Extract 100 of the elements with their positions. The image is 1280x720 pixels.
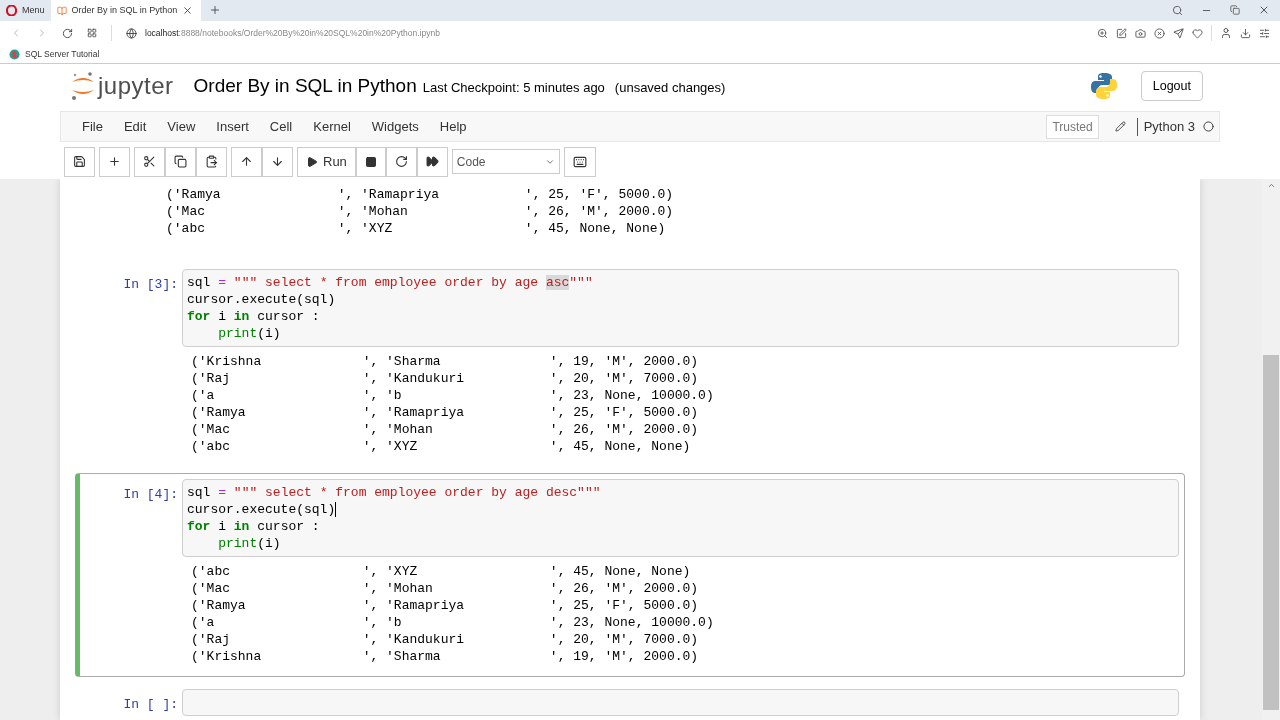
output-line: ('a ', 'b ', 23, None, 10000.0) xyxy=(191,387,714,404)
run-all-button[interactable] xyxy=(416,146,448,177)
output-line: ('a ', 'b ', 23, None, 10000.0) xyxy=(191,614,714,631)
browser-tab[interactable]: Menu xyxy=(0,0,51,21)
output-line: ('Mac ', 'Mohan ', 26, 'M', 2000.0) xyxy=(191,421,699,438)
output-line: ('Raj ', 'Kandukuri ', 20, 'M', 7000.0) xyxy=(191,631,699,648)
menu-item[interactable]: Cell xyxy=(259,116,303,137)
plus-icon xyxy=(108,155,121,168)
opera-logo-icon xyxy=(6,5,17,16)
output-line: ('Raj ', 'Kandukuri ', 20, 'M', 7000.0) xyxy=(191,370,699,387)
output-line: ('Ramya ', 'Ramapriya ', 25, 'F', 5000.0) xyxy=(166,186,674,203)
code-token: in xyxy=(233,519,250,534)
move-up-button[interactable] xyxy=(231,146,262,177)
keyboard-shortcuts-button[interactable] xyxy=(563,146,596,177)
code-input[interactable] xyxy=(182,689,1179,716)
menu-item[interactable]: View xyxy=(156,116,206,137)
output-line: ('Krishna ', 'Sharma ', 19, 'M', 2000.0) xyxy=(191,648,699,665)
code-token: for xyxy=(187,309,211,324)
search-icon[interactable] xyxy=(1172,4,1183,16)
jupyter-logo-icon xyxy=(70,71,96,101)
play-icon xyxy=(306,155,318,168)
fast-forward-icon xyxy=(425,155,439,168)
code-token: cursor.execute(sql) xyxy=(187,292,336,307)
settings-icon[interactable] xyxy=(1259,27,1270,39)
edit-icon[interactable] xyxy=(1114,121,1126,132)
notebook-cell[interactable] xyxy=(75,473,1185,677)
cell-type-select[interactable]: Code xyxy=(451,149,560,174)
save-button[interactable] xyxy=(64,146,95,177)
code-input[interactable]: sql = """ select * from employee order by age asc""" cursor.execute(sql) for i in cursor : print(i) xyxy=(182,269,1179,347)
input-prompt: In [3]: xyxy=(122,276,179,294)
code-token: print xyxy=(217,536,258,551)
code-token: i xyxy=(217,309,227,324)
run-button[interactable]: Run xyxy=(297,146,356,177)
code-token: i xyxy=(217,519,227,534)
scroll-up-icon[interactable] xyxy=(1266,181,1276,190)
menu-item[interactable]: Kernel xyxy=(302,116,362,137)
move-down-button[interactable] xyxy=(262,146,293,177)
code-token: (i) xyxy=(257,536,281,551)
grid-icon[interactable] xyxy=(87,28,97,38)
output-line: ('Krishna ', 'Sharma ', 19, 'M', 2000.0) xyxy=(191,353,699,370)
insert-cell-button[interactable] xyxy=(99,146,130,177)
text-cursor xyxy=(335,502,337,518)
profile-icon[interactable] xyxy=(1220,27,1232,39)
code-token: """ select * from employee order by age xyxy=(232,275,540,290)
python-logo-icon xyxy=(1089,72,1118,100)
code-token: """ xyxy=(569,275,593,290)
restore-icon[interactable] xyxy=(1230,5,1240,15)
code-token: asc xyxy=(545,275,570,290)
send-icon[interactable] xyxy=(1173,27,1184,39)
restart-icon xyxy=(394,155,408,168)
menu-item[interactable]: Widgets xyxy=(361,116,430,137)
kernel-name: Python 3 xyxy=(1143,117,1195,136)
code-input[interactable]: sql = """ select * from employee order by age desc""" cursor.execute(sql) for i in cursor : print(i) xyxy=(182,479,1179,557)
code-token: in xyxy=(233,309,250,324)
scissors-icon xyxy=(143,155,156,168)
paste-icon xyxy=(205,155,218,168)
output-line: ('abc ', 'XYZ ', 45, None, None) xyxy=(191,438,691,455)
stop-button[interactable] xyxy=(355,146,386,177)
copy-icon xyxy=(174,155,187,168)
edit-icon[interactable] xyxy=(1116,27,1127,39)
close-icon[interactable] xyxy=(182,5,194,16)
arrow-down-icon xyxy=(271,155,284,168)
bookmark[interactable]: SQL Server Tutorial xyxy=(9,47,100,61)
input-prompt: In [ ]: xyxy=(122,696,179,714)
stop-icon xyxy=(364,155,377,168)
output-line: ('Mac ', 'Mohan ', 26, 'M', 2000.0) xyxy=(166,203,674,220)
code-token: sql xyxy=(187,485,212,500)
menu-item[interactable]: Edit xyxy=(113,116,157,137)
restart-button[interactable] xyxy=(385,146,417,177)
cut-button[interactable] xyxy=(134,146,165,177)
code-token: (i) xyxy=(257,326,281,341)
output-line: ('abc ', 'XYZ ', 45, None, None) xyxy=(191,563,691,580)
output-line: ('Ramya ', 'Ramapriya ', 25, 'F', 5000.0) xyxy=(191,404,699,421)
camera-icon[interactable] xyxy=(1135,27,1146,39)
zoom-icon[interactable] xyxy=(1097,27,1108,39)
heart-icon[interactable] xyxy=(1192,27,1203,39)
download-icon[interactable] xyxy=(1240,27,1251,39)
arrow-up-icon xyxy=(240,155,253,168)
trusted-indicator[interactable]: Trusted xyxy=(1046,114,1099,139)
notebook-cell[interactable]: In [ ]: xyxy=(75,683,1185,720)
code-token: = xyxy=(218,275,227,290)
new-tab-icon[interactable] xyxy=(209,4,222,16)
code-token: cursor.execute(sql) xyxy=(187,502,336,517)
menu-item[interactable]: Help xyxy=(429,116,478,137)
copy-button[interactable] xyxy=(165,146,196,177)
notebook-title[interactable]: Order By in SQL in Python xyxy=(193,71,417,101)
menu-item[interactable]: Insert xyxy=(205,116,260,137)
code-token: cursor : xyxy=(256,519,320,534)
block-icon[interactable] xyxy=(1154,27,1165,39)
reload-icon[interactable] xyxy=(62,27,73,39)
notebook-icon xyxy=(56,5,67,16)
logout-button[interactable]: Logout xyxy=(1140,71,1203,101)
input-prompt: In [4]: xyxy=(122,486,179,504)
output-line: ('abc ', 'XYZ ', 45, None, None) xyxy=(166,220,666,237)
menu-item[interactable]: File xyxy=(61,116,114,137)
close-icon[interactable] xyxy=(1258,4,1270,16)
code-token: cursor : xyxy=(256,309,320,324)
browser-tab[interactable]: Order By in SQL in Python xyxy=(50,0,202,21)
paste-button[interactable] xyxy=(196,146,227,177)
address-field[interactable]: localhost:8888/notebooks/Order%20By%20in%20SQL%20in%20Python.ipynb xyxy=(145,26,1083,40)
